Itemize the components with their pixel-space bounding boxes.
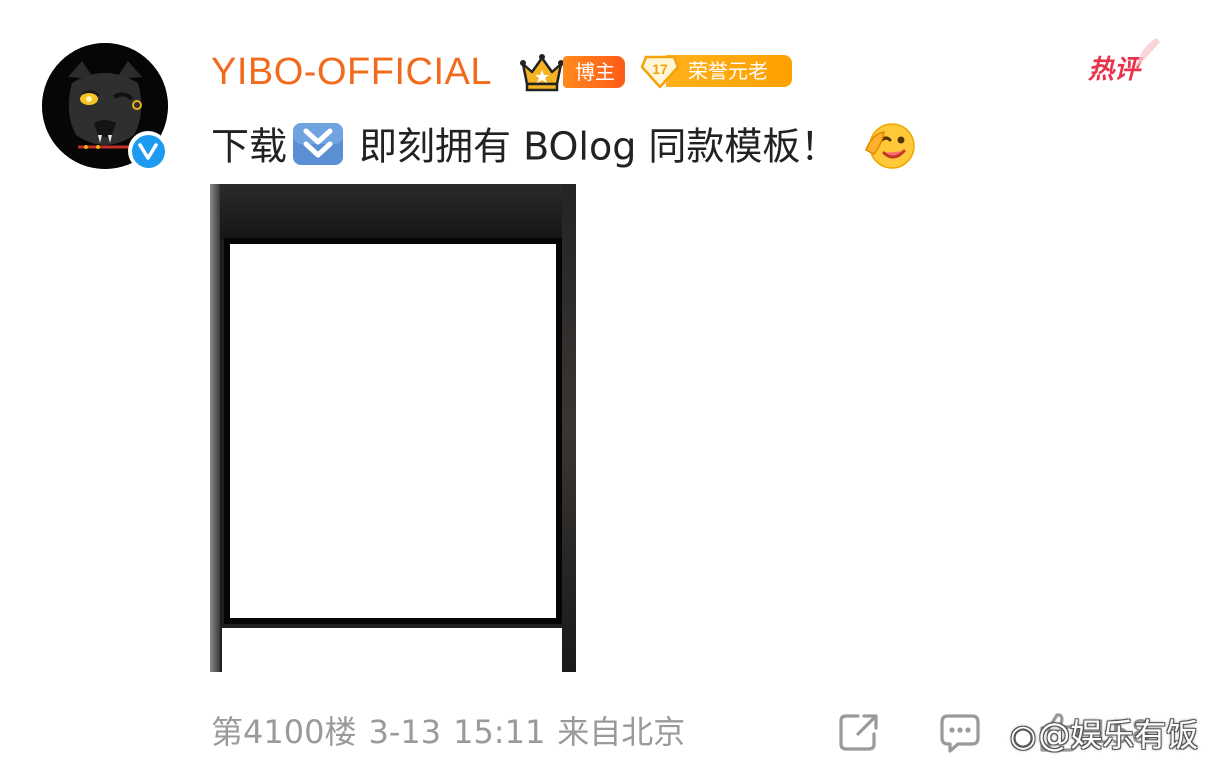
image-top-band (220, 184, 576, 240)
wink-salute-emoji-icon (865, 122, 916, 169)
image-blank-template (230, 244, 556, 618)
comment-meta: 第4100楼 3-13 15:11 来自北京 (211, 711, 685, 753)
crown-icon (520, 54, 564, 92)
watermark-text: @娱乐有饭 (1038, 716, 1199, 754)
comment-time: 15:11 (453, 713, 546, 751)
comment-text-part-1: 下载 (211, 124, 288, 169)
honor-level-icon: 17 (640, 55, 680, 89)
comment-icon[interactable] (938, 710, 982, 754)
weibo-logo-icon: ◉ (1010, 719, 1037, 754)
honor-badge-label: 荣誉元老 (666, 55, 792, 87)
floor-number: 第4100楼 (211, 713, 357, 751)
comment-location: 来自北京 (557, 713, 686, 751)
image-left-edge (210, 184, 220, 672)
honor-badge: 荣誉元老 17 (640, 53, 792, 89)
image-bottom-strip (222, 628, 562, 672)
honor-level: 17 (652, 61, 668, 77)
attached-image[interactable] (210, 184, 576, 672)
hot-feather-icon (1136, 38, 1160, 68)
username[interactable]: YIBO-OFFICIAL (211, 50, 492, 94)
verified-v-icon (131, 134, 165, 168)
share-icon[interactable] (836, 710, 880, 754)
down-arrow-emoji-icon (293, 122, 344, 165)
comment-date: 3-13 (368, 713, 442, 751)
verified-badge (128, 131, 168, 171)
comment-text-part-2: 即刻拥有 BOlog 同款模板！ (359, 124, 839, 169)
image-right-edge (562, 184, 576, 672)
watermark: ◉@娱乐有饭 (1010, 712, 1198, 760)
comment-text: 下载 即刻拥有 BOlog 同款模板！ (211, 118, 918, 170)
blogger-badge: 博主 (563, 56, 625, 88)
